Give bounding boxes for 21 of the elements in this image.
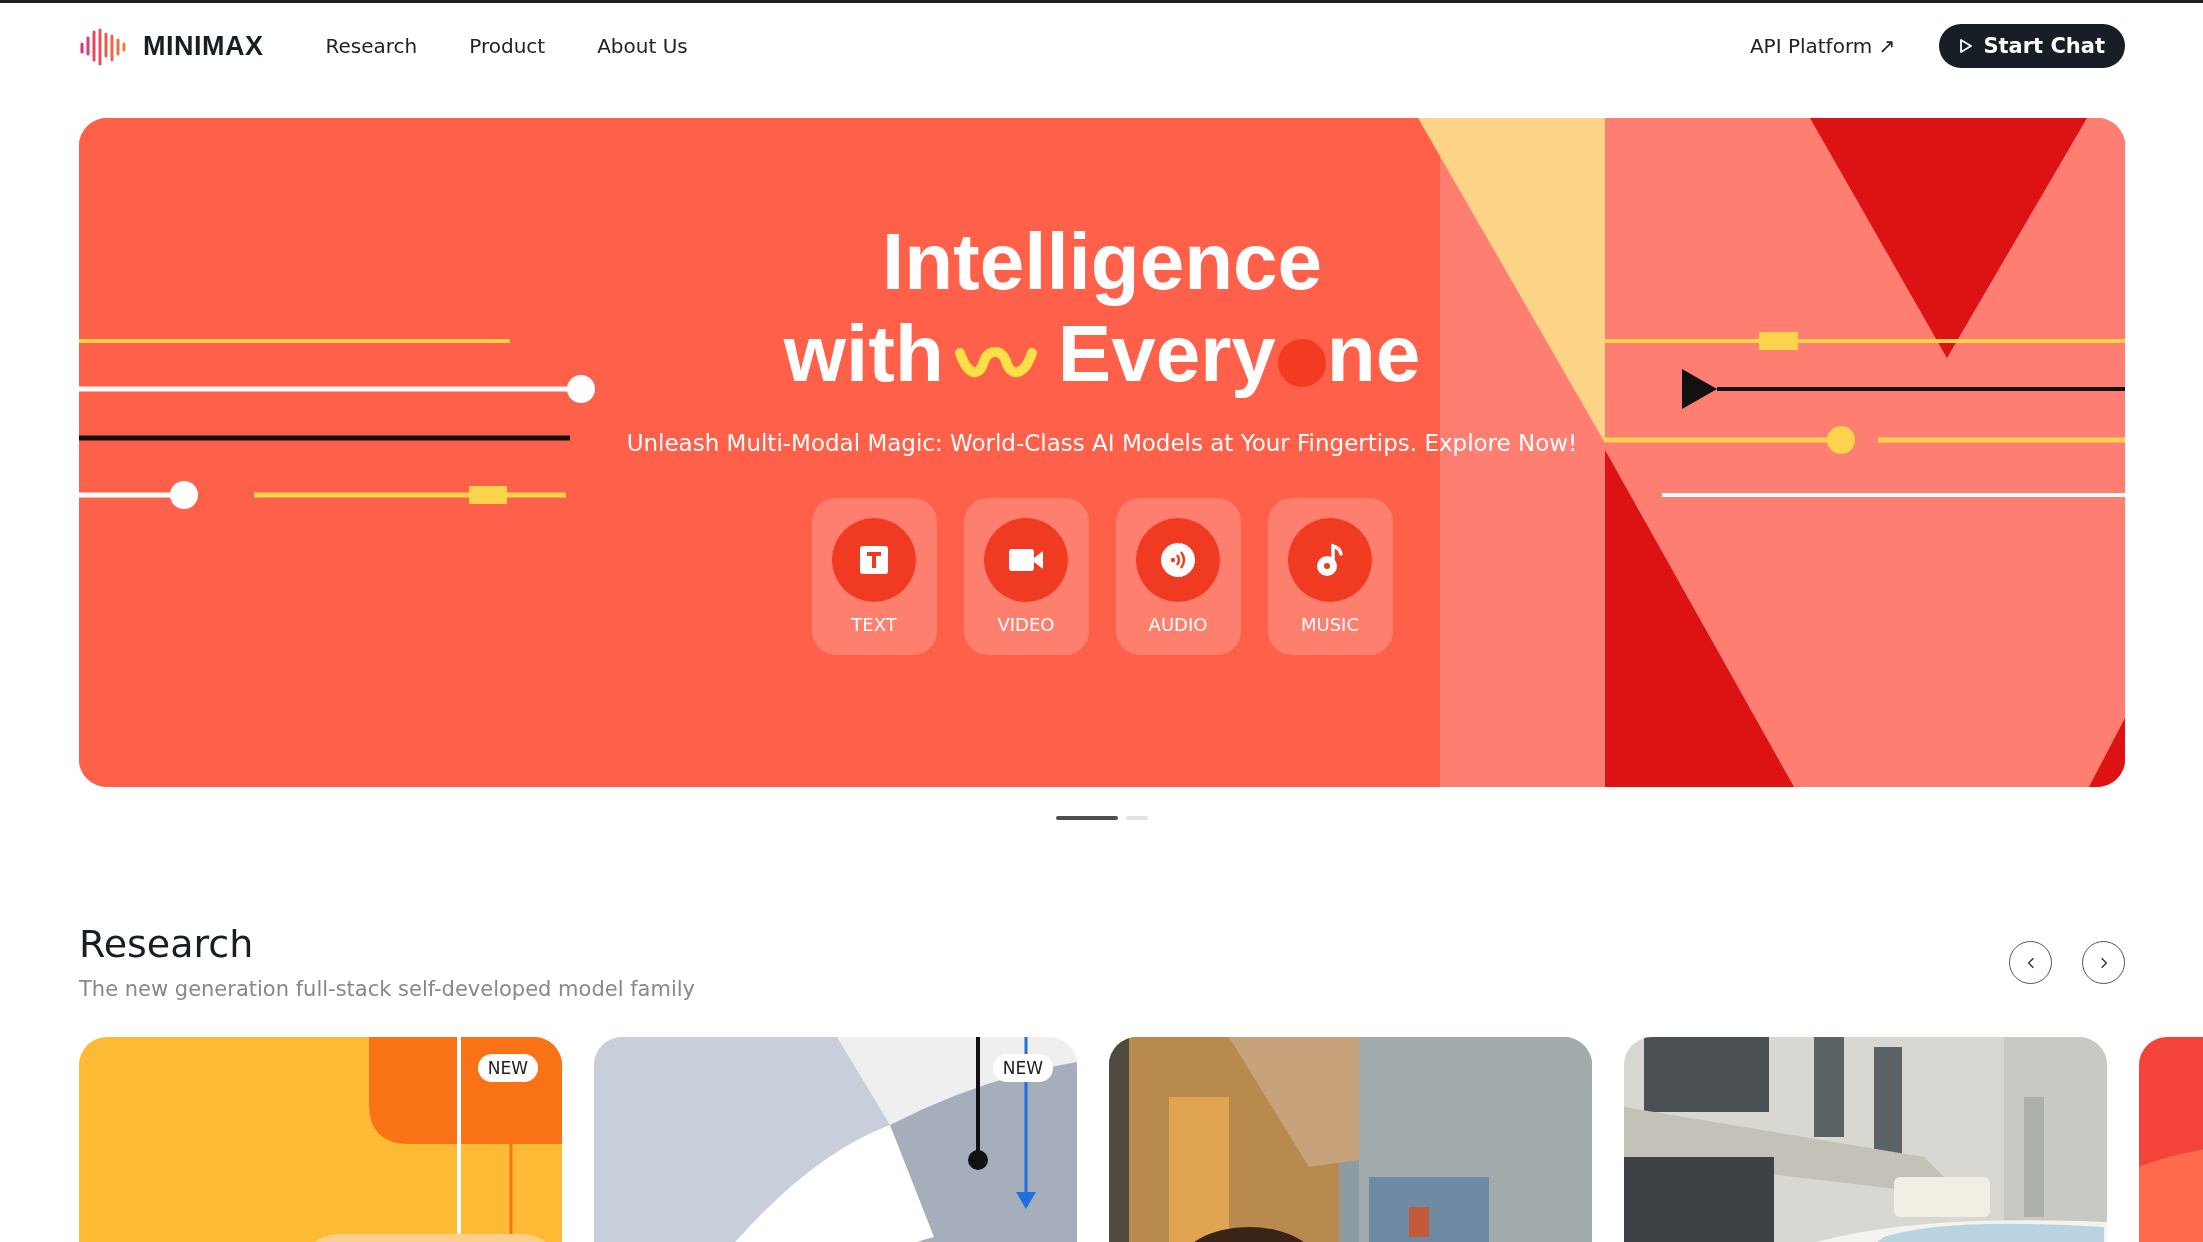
start-chat-button[interactable]: Start Chat (1939, 24, 2125, 68)
new-badge: NEW (992, 1054, 1053, 1082)
api-platform-link[interactable]: API Platform ↗ (1749, 34, 1896, 58)
decorative-triangle (2089, 718, 2125, 787)
previous-button[interactable] (2009, 941, 2052, 984)
logo-wordmark[interactable]: MINIMAX (143, 30, 264, 62)
hero-subtitle: Unleash Multi-Modal Magic: World-Class AI Models at Your Fingertips. Explore Now! (626, 430, 1578, 456)
hero-title: ne (1326, 308, 1421, 400)
hero-title: Intelligence (881, 216, 1323, 308)
nav-link[interactable]: Research (325, 34, 418, 58)
nav-link[interactable]: Product (469, 34, 546, 58)
new-badge: NEW (477, 1054, 538, 1082)
next-button[interactable] (2082, 941, 2125, 984)
slide-indicator[interactable] (1055, 816, 1118, 820)
nav-link[interactable]: About Us (597, 34, 688, 58)
hero-title: Every (1057, 308, 1276, 400)
section-subtitle: The new generation full-stack self-developed model family (79, 977, 696, 1001)
audio-icon (1158, 540, 1198, 580)
section-title: Research (79, 921, 255, 967)
hero-title: with (783, 308, 944, 400)
play-icon (1959, 38, 1974, 54)
